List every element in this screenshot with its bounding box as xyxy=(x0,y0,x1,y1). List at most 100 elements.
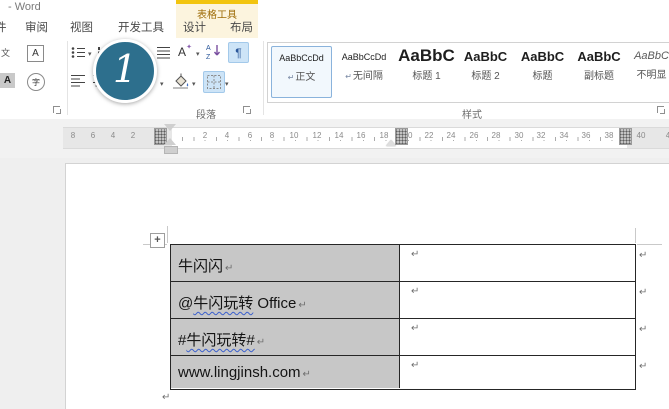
font-dialog-launcher[interactable] xyxy=(53,106,62,115)
right-indent-marker[interactable] xyxy=(386,140,396,146)
table-column-marker[interactable] xyxy=(395,128,408,145)
show-hide-marks-button[interactable]: ¶ xyxy=(228,42,249,63)
group-separator xyxy=(67,41,68,115)
enclose-characters-button[interactable]: 字 xyxy=(27,73,45,91)
ruler-number: 34 xyxy=(558,131,570,140)
sort-az-icon: A Z xyxy=(206,45,221,60)
end-of-row-mark: ↵ xyxy=(639,361,648,372)
table-row: @牛闪玩转 Office ↵ ↵ xyxy=(171,282,635,319)
table-cell[interactable]: 牛闪闪 ↵ xyxy=(171,245,400,281)
paint-bucket-icon xyxy=(173,73,189,89)
tab-table-layout[interactable]: 布局 xyxy=(230,19,253,35)
annotation-step-number: 1 xyxy=(112,47,138,91)
bullets-dropdown[interactable]: ▾ xyxy=(88,50,92,58)
justify-button[interactable] xyxy=(157,46,170,59)
return-mark-icon: ↵ xyxy=(345,72,352,81)
borders-button[interactable] xyxy=(203,71,225,93)
left-indent-marker[interactable] xyxy=(164,146,178,154)
tab-developer[interactable]: 开发工具 xyxy=(118,19,164,35)
table-cell[interactable]: @牛闪玩转 Office ↵ xyxy=(171,282,400,318)
title-bar xyxy=(0,0,669,14)
tab-review[interactable]: 审阅 xyxy=(25,19,48,35)
ruler: 8 6 4 2 2 4 6 8 10 12 14 16 18 20 22 24 … xyxy=(0,119,669,158)
style-item-normal[interactable]: AaBbCcDd ↵正文 xyxy=(271,46,332,98)
paragraph-mark: ↵ xyxy=(162,392,171,403)
ruler-number: 14 xyxy=(333,131,345,140)
style-item-title[interactable]: AaBbC 标题 xyxy=(516,46,569,96)
asian-layout-dropdown[interactable]: ▾ xyxy=(196,50,200,58)
word-window: - Word 表格工具 件 审阅 视图 开发工具 设计 布局 文 A A 字 ▾… xyxy=(0,0,669,409)
character-shading-button[interactable]: A xyxy=(0,73,15,88)
ruler-number: 18 xyxy=(378,131,390,140)
align-left-button[interactable] xyxy=(71,74,85,87)
table-move-handle[interactable]: + xyxy=(150,233,165,248)
sort-button[interactable]: A Z xyxy=(206,43,223,60)
style-item-heading1[interactable]: AaBbC 标题 1 xyxy=(398,46,455,96)
style-sample: AaBbC xyxy=(634,50,669,62)
end-of-row-mark: ↵ xyxy=(639,287,648,298)
ruler-number: 28 xyxy=(490,131,502,140)
style-item-subtitle[interactable]: AaBbC 副标题 xyxy=(571,46,627,96)
tab-mailings-partial[interactable]: 件 xyxy=(0,19,7,35)
justify-icon xyxy=(157,47,170,59)
asian-layout-icon: A xyxy=(178,45,187,59)
table-cell[interactable]: ↵ xyxy=(401,356,635,388)
ruler-number: 12 xyxy=(311,131,323,140)
table-cell[interactable]: ↵ xyxy=(401,319,635,355)
bullets-button[interactable] xyxy=(71,46,86,59)
ruler-number: 30 xyxy=(513,131,525,140)
table-column-marker[interactable] xyxy=(619,128,632,145)
line-spacing-dropdown[interactable]: ▾ xyxy=(160,80,164,88)
table-cell[interactable]: #牛闪玩转# ↵ xyxy=(171,319,400,355)
ruler-number: 6 xyxy=(244,131,256,140)
end-of-cell-mark: ↵ xyxy=(411,360,420,371)
ruler-number: 6 xyxy=(90,131,96,140)
style-item-heading2[interactable]: AaBbC 标题 2 xyxy=(458,46,513,96)
styles-dialog-launcher[interactable] xyxy=(657,106,666,115)
table-cell[interactable]: ↵ xyxy=(401,282,635,318)
style-name: 不明显 xyxy=(636,70,667,81)
asian-layout-button[interactable]: A ✦ xyxy=(176,43,194,61)
ruler-number: 38 xyxy=(603,131,615,140)
shading-button[interactable] xyxy=(172,73,190,89)
svg-text:A: A xyxy=(206,45,211,52)
margin-corner-mark xyxy=(637,244,662,245)
end-of-cell-mark: ↵ xyxy=(225,263,234,274)
hanging-indent-marker[interactable] xyxy=(164,138,176,145)
column-guide-line xyxy=(167,226,168,243)
style-item-no-spacing[interactable]: AaBbCcDd ↵无间隔 xyxy=(333,46,395,96)
pilcrow-icon: ¶ xyxy=(235,45,242,60)
style-name: 标题 1 xyxy=(412,71,441,82)
svg-text:Z: Z xyxy=(206,54,211,60)
borders-grid-icon xyxy=(207,75,221,89)
style-sample: AaBbC xyxy=(463,49,508,64)
character-shading-icon: A xyxy=(0,73,15,88)
ruler-number: 2 xyxy=(130,131,136,140)
character-border-icon: A xyxy=(27,45,44,62)
character-border-button[interactable]: A xyxy=(27,45,44,62)
paragraph-dialog-launcher[interactable] xyxy=(243,106,252,115)
end-of-cell-mark: ↵ xyxy=(411,323,420,334)
first-line-indent-marker[interactable] xyxy=(164,124,176,131)
tab-table-design[interactable]: 设计 xyxy=(183,19,206,35)
style-item-subtle-emphasis[interactable]: AaBbC 不明显 xyxy=(629,46,669,96)
shading-dropdown[interactable]: ▾ xyxy=(192,80,196,88)
window-title: - Word xyxy=(8,1,41,13)
phonetic-guide-icon[interactable]: 文 xyxy=(1,46,10,59)
asian-layout-spark-icon: ✦ xyxy=(186,44,192,51)
ruler-number: 10 xyxy=(288,131,300,140)
style-sample: AaBbC xyxy=(577,49,621,64)
style-name: 标题 2 xyxy=(471,71,500,82)
end-of-row-mark: ↵ xyxy=(639,250,648,261)
ruler-number: 8 xyxy=(266,131,278,140)
ruler-number: 2 xyxy=(199,131,211,140)
ruler-number: 26 xyxy=(468,131,480,140)
tab-view[interactable]: 视图 xyxy=(70,19,93,35)
align-left-icon xyxy=(71,75,85,87)
borders-dropdown[interactable]: ▾ xyxy=(225,80,229,88)
table-row: 牛闪闪 ↵ ↵ xyxy=(171,245,635,282)
table-cell[interactable]: www.lingjinsh.com ↵ xyxy=(171,356,400,388)
ruler-number: 36 xyxy=(580,131,592,140)
column-guide-line xyxy=(635,228,636,243)
table-cell[interactable]: ↵ xyxy=(401,245,635,281)
